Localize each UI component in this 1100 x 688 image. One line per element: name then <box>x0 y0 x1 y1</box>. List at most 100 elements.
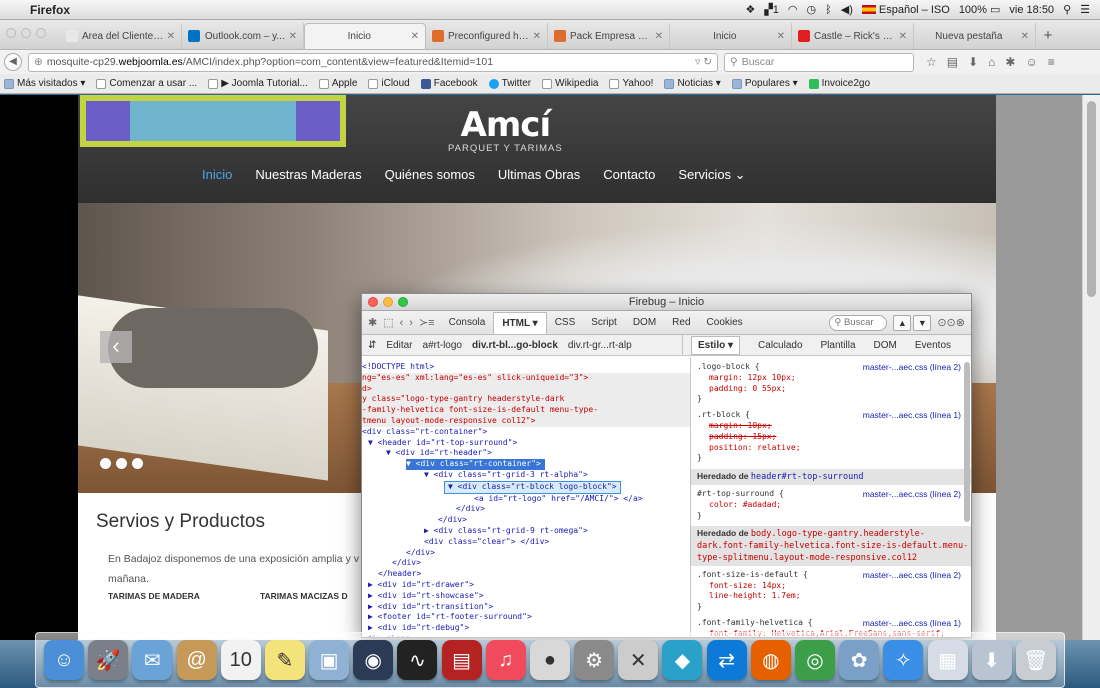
firebug-close-button[interactable] <box>368 297 378 307</box>
browser-tab[interactable]: Inicio ✕ <box>670 23 792 49</box>
dropbox-icon[interactable]: ❖ <box>745 3 755 16</box>
firebug-window-buttons[interactable]: ⊙⊙⊗ <box>937 316 965 329</box>
site-nav-item[interactable]: Servicios ⌄ <box>678 167 745 183</box>
firebug-search-input[interactable]: ⚲ Buscar <box>829 314 888 331</box>
browser-tab[interactable]: Outlook.com – y... ✕ <box>182 23 304 49</box>
time-machine-icon[interactable]: ◷ <box>807 3 817 16</box>
side-panel-tab[interactable]: Eventos <box>915 340 951 351</box>
app-menu[interactable]: Firefox <box>30 3 70 17</box>
browser-tab[interactable]: Nueva pestaña ✕ <box>914 23 1036 49</box>
bluetooth-icon[interactable]: ᛒ <box>825 4 832 16</box>
html-node-row[interactable]: ▼ <div class="rt-grid-3 rt-alpha"> <box>362 470 690 481</box>
html-node-row[interactable]: ▶ <footer id="rt-footer-surround"> <box>362 612 690 623</box>
side-panel-tab[interactable]: Estilo ▾ <box>691 335 741 355</box>
browser-tab[interactable]: Castle – Rick's st... ✕ <box>792 23 914 49</box>
bookmark-item[interactable]: Twitter <box>488 78 531 89</box>
forward-arrow-icon[interactable]: › <box>409 317 413 329</box>
site-nav-item[interactable]: Quiénes somos <box>385 167 475 183</box>
downloads-icon[interactable]: ⬇ <box>968 55 978 69</box>
html-node-row[interactable]: ▼ <div class="rt-block logo-block"> <box>362 480 690 494</box>
css-source-link[interactable]: master-...aec.css (línea 2) <box>863 362 961 373</box>
firebug-minimize-button[interactable] <box>383 297 393 307</box>
breadcrumb-item[interactable]: div.rt-bl...go-block <box>472 340 558 351</box>
browser-tab[interactable]: Preconfigured ht... ✕ <box>426 23 548 49</box>
bookmark-item[interactable]: Comenzar a usar ... <box>96 78 197 89</box>
close-tab-icon[interactable]: ✕ <box>777 31 785 42</box>
close-tab-icon[interactable]: ✕ <box>533 31 541 42</box>
bookmark-item[interactable]: ▶ Joomla Tutorial... <box>208 78 308 89</box>
inspect-icon[interactable]: ⬚ <box>383 316 393 329</box>
menu-icon[interactable]: ≡ <box>1048 55 1055 69</box>
page-scrollbar[interactable] <box>1082 95 1100 640</box>
slider-dot[interactable] <box>132 458 143 469</box>
close-window-button[interactable] <box>6 28 16 38</box>
spotlight-icon[interactable]: ⚲ <box>1063 3 1071 16</box>
close-tab-icon[interactable]: ✕ <box>899 31 907 42</box>
html-node-row[interactable]: ▶ <div class="rt-grid-9 rt-omega"> <box>362 526 690 537</box>
chrome-icon[interactable]: ◎ <box>795 640 835 680</box>
notes-icon[interactable]: ✎ <box>264 640 305 680</box>
zoom-window-button[interactable] <box>36 28 46 38</box>
firebug-bug-icon[interactable]: ✱ <box>368 316 377 329</box>
close-tab-icon[interactable]: ✕ <box>655 31 663 42</box>
input-source[interactable]: Español – ISO <box>861 4 950 16</box>
browser-tab[interactable]: Pack Empresa En... ✕ <box>548 23 670 49</box>
site-nav-item[interactable]: Contacto <box>603 167 655 183</box>
minimize-window-button[interactable] <box>21 28 31 38</box>
html-node-row[interactable]: <!DOCTYPE html> <box>362 362 690 373</box>
firebug-tab[interactable]: CSS <box>547 312 584 334</box>
browser-tab[interactable]: Área del Cliente – H...✕ <box>60 23 182 49</box>
html-node-row[interactable]: </div> <box>362 504 690 515</box>
close-tab-icon[interactable]: ✕ <box>411 31 419 42</box>
firebug-tab[interactable]: Script <box>583 312 625 334</box>
signal-icon[interactable]: ▞1 <box>764 3 779 16</box>
html-node-row[interactable]: </div> <box>362 558 690 569</box>
bookmark-item[interactable]: Wikipedia <box>542 78 598 89</box>
html-node-row[interactable]: ▶ <div id="rt-showcase"> <box>362 591 690 602</box>
edit-button[interactable]: Editar <box>386 340 412 351</box>
bookmark-item[interactable]: Invoice2go <box>808 78 870 89</box>
url-bar[interactable]: ⊕ mosquite-cp29. webjoomla.es/AMCI/index.… <box>28 52 718 72</box>
bookmark-star-icon[interactable]: ☆ <box>926 55 937 69</box>
firebug-zoom-button[interactable] <box>398 297 408 307</box>
html-node-row[interactable]: <div class="rt-container"> <box>362 427 690 438</box>
breadcrumb-item[interactable]: a#rt-logo <box>423 340 462 351</box>
html-node-row[interactable]: <a id="rt-logo" href="/AMCI/"> </a> <box>362 494 690 505</box>
bookmark-item[interactable]: Noticias ▾ <box>664 78 721 89</box>
html-node-row[interactable]: </div> <box>362 548 690 559</box>
wifi-icon[interactable]: ◠ <box>788 3 798 16</box>
slider-prev-button[interactable]: ‹ <box>100 331 132 363</box>
back-button[interactable]: ◀ <box>4 53 22 71</box>
site-nav-item[interactable]: Ultimas Obras <box>498 167 580 183</box>
teamviewer-icon[interactable]: ⇄ <box>706 640 747 680</box>
chat-icon[interactable]: ☺ <box>1025 55 1037 69</box>
slider-dot[interactable] <box>116 458 127 469</box>
close-tab-icon[interactable]: ✕ <box>167 31 175 42</box>
firebug-tab[interactable]: HTML ▾ <box>493 311 547 334</box>
bookmark-item[interactable]: iCloud <box>368 78 410 89</box>
site-nav-item[interactable]: Inicio <box>202 167 232 183</box>
css-source-link[interactable]: master-...aec.css (línea 1) <box>863 618 961 629</box>
reading-list-icon[interactable]: ▤ <box>947 55 958 69</box>
app-icon[interactable]: ◆ <box>662 640 703 680</box>
firebug-icon[interactable]: ✱ <box>1005 55 1015 69</box>
contacts-icon[interactable]: @ <box>176 640 217 680</box>
site-nav-item[interactable]: Nuestras Maderas <box>255 167 361 183</box>
photos-icon[interactable]: ✿ <box>839 640 880 680</box>
launchpad-icon[interactable]: 🚀 <box>88 640 129 680</box>
dvd-player-icon[interactable]: ● <box>529 640 570 680</box>
reload-icon[interactable]: ▿ ↻ <box>695 56 712 68</box>
html-node-row[interactable]: ▼ <header id="rt-top-surround"> <box>362 438 690 449</box>
close-tab-icon[interactable]: ✕ <box>289 31 297 42</box>
css-source-link[interactable]: master-...aec.css (línea 2) <box>863 570 961 581</box>
photo-booth-icon[interactable]: ▤ <box>441 640 482 680</box>
downloads-folder-icon[interactable]: ⬇ <box>971 640 1012 680</box>
layout-icon[interactable]: ⇵ <box>368 340 376 351</box>
style-panel[interactable]: .logo-block { master-...aec.css (línea 2… <box>690 358 971 637</box>
search-next-button[interactable]: ▼ <box>913 314 932 331</box>
firefox-icon[interactable]: ◍ <box>750 640 791 680</box>
bookmark-item[interactable]: Más visitados ▾ <box>4 78 85 89</box>
search-input[interactable]: ⚲ Buscar <box>724 52 914 72</box>
volume-icon[interactable]: ◀) <box>841 3 853 16</box>
command-line-icon[interactable]: ≻≡ <box>419 316 435 329</box>
